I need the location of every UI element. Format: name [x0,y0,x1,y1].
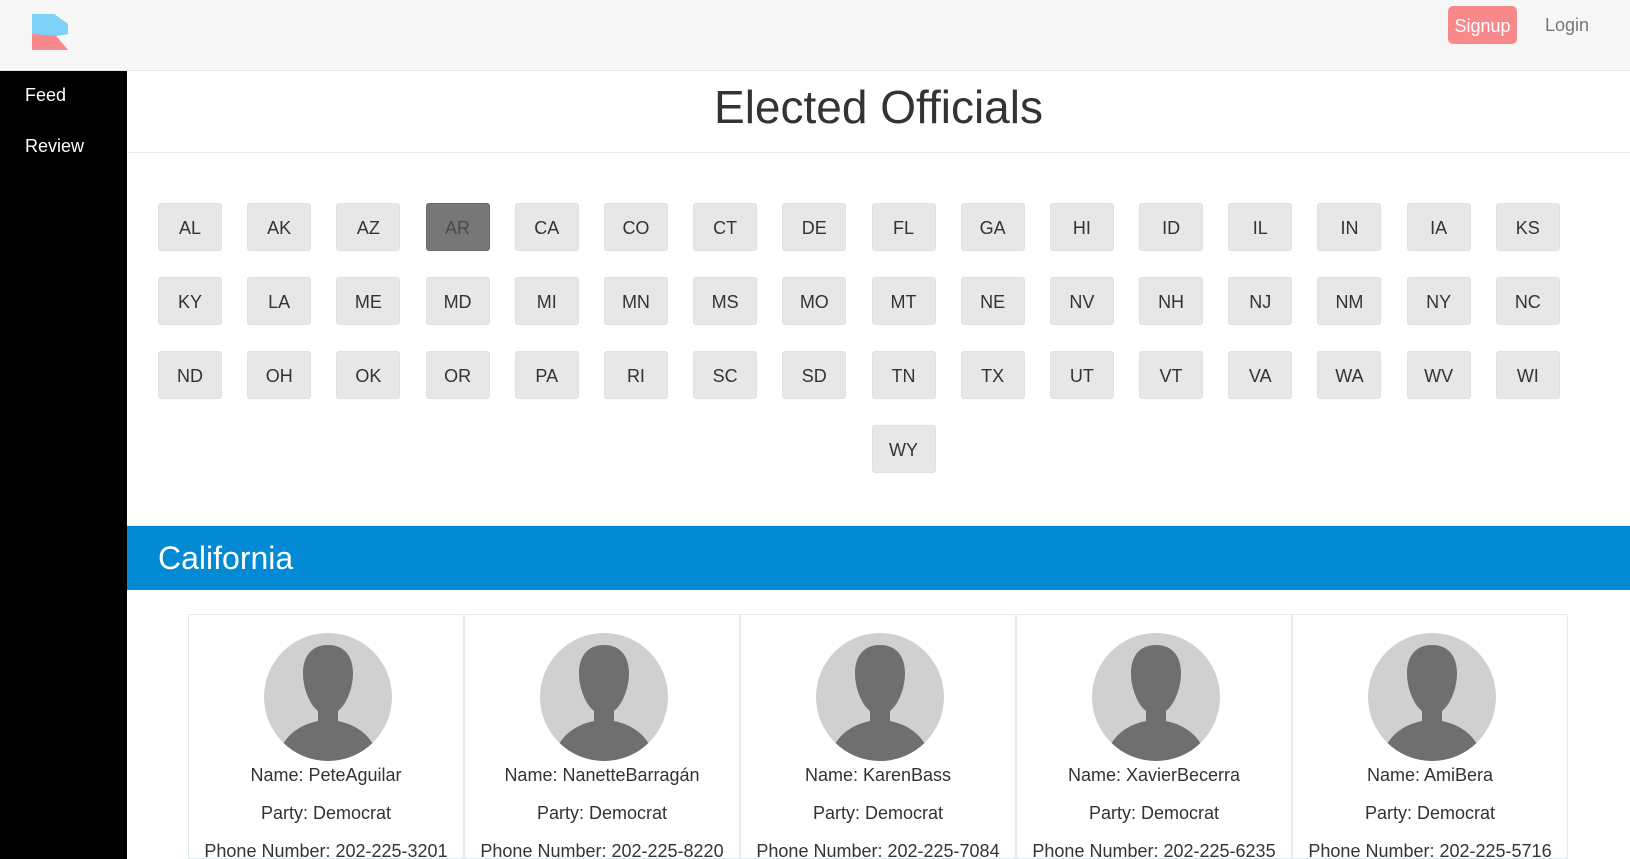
state-button-id[interactable]: ID [1139,203,1204,251]
state-button-tn[interactable]: TN [871,351,936,399]
state-button-nv[interactable]: NV [1049,277,1114,325]
app-logo-icon[interactable] [30,12,70,52]
official-party: Party: Democrat [812,803,944,823]
app-root: Signup Login Feed Review Elected Officia… [0,0,1630,859]
state-button-la[interactable]: LA [247,277,312,325]
official-name: Name: PeteAguilar [250,765,402,785]
official-card: Name: PeteAguilar Party: Democrat Phone Nu… [188,614,464,859]
state-button-ga[interactable]: GA [960,203,1025,251]
state-button-in[interactable]: IN [1317,203,1382,251]
official-name: Name: NanetteBarragán [504,765,700,785]
state-button-ny[interactable]: NY [1406,277,1471,325]
state-button-az[interactable]: AZ [336,203,401,251]
state-button-ct[interactable]: CT [693,203,758,251]
state-button-ri[interactable]: RI [603,351,668,399]
signup-button[interactable]: Signup [1448,6,1517,44]
page-title: Elected Officials [714,81,1043,133]
state-button-grid: AL AK AZ AR CA CO CT DE FL GA HI ID IL IN IA KS KY LA ME MD… [158,203,1561,473]
official-card: Name: KarenBass Party: Democrat Phone Numb… [740,614,1016,859]
officials-card-list: Name: PeteAguilar Party: Democrat Phone Nu… [188,614,1568,859]
state-button-mo[interactable]: MO [782,277,847,325]
state-button-ak[interactable]: AK [247,203,312,251]
state-button-wy[interactable]: WY [871,425,936,473]
person-avatar-icon [1368,633,1496,761]
official-phone: Phone Number: 202-225-7084 [756,841,1000,859]
sidebar-item-feed[interactable]: Feed [25,85,66,106]
official-phone: Phone Number: 202-225-5716 [1308,841,1552,859]
state-button-md[interactable]: MD [425,277,490,325]
official-party: Party: Democrat [1364,803,1496,823]
state-button-tx[interactable]: TX [960,351,1025,399]
state-button-nm[interactable]: NM [1317,277,1382,325]
sidebar: Feed Review [0,71,127,859]
state-button-wv[interactable]: WV [1406,351,1471,399]
official-party: Party: Democrat [1088,803,1220,823]
official-name: Name: KarenBass [804,765,952,785]
state-button-va[interactable]: VA [1228,351,1293,399]
official-party: Party: Democrat [536,803,668,823]
state-button-wi[interactable]: WI [1495,351,1560,399]
state-button-nc[interactable]: NC [1495,277,1560,325]
state-button-or[interactable]: OR [425,351,490,399]
state-button-mt[interactable]: MT [871,277,936,325]
state-button-wa[interactable]: WA [1317,351,1382,399]
state-button-de[interactable]: DE [782,203,847,251]
state-button-ky[interactable]: KY [158,277,222,325]
selected-state-banner: California [127,526,1630,590]
state-button-ms[interactable]: MS [693,277,758,325]
selected-state-title: California [158,540,294,576]
top-navbar: Signup Login [0,0,1630,71]
person-avatar-icon [264,633,392,761]
state-button-me[interactable]: ME [336,277,401,325]
state-button-fl[interactable]: FL [871,203,936,251]
official-name: Name: XavierBecerra [1067,765,1241,785]
state-button-nd[interactable]: ND [158,351,222,399]
state-selector-panel: AL AK AZ AR CA CO CT DE FL GA HI ID IL IN IA KS KY LA ME MD… [127,152,1630,526]
person-avatar-icon [540,633,668,761]
state-button-nh[interactable]: NH [1139,277,1204,325]
login-link[interactable]: Login [1545,6,1589,44]
official-phone: Phone Number: 202-225-3201 [204,841,448,859]
state-button-mn[interactable]: MN [603,277,668,325]
state-button-ut[interactable]: UT [1049,351,1114,399]
state-button-co[interactable]: CO [603,203,668,251]
state-button-pa[interactable]: PA [514,351,579,399]
state-button-ks[interactable]: KS [1495,203,1560,251]
state-button-ca[interactable]: CA [514,203,579,251]
official-phone: Phone Number: 202-225-6235 [1032,841,1276,859]
official-card: Name: NanetteBarragán Party: Democrat Phon… [464,614,740,859]
person-avatar-icon [816,633,944,761]
state-button-mi[interactable]: MI [514,277,579,325]
state-button-vt[interactable]: VT [1139,351,1204,399]
state-button-ar[interactable]: AR [425,203,490,251]
official-card: Name: AmiBera Party: Democrat Phone Number… [1292,614,1568,859]
state-button-ne[interactable]: NE [960,277,1025,325]
state-button-oh[interactable]: OH [247,351,312,399]
official-party: Party: Democrat [260,803,392,823]
official-phone: Phone Number: 202-225-8220 [480,841,724,859]
state-button-il[interactable]: IL [1228,203,1293,251]
state-button-sd[interactable]: SD [782,351,847,399]
person-avatar-icon [1092,633,1220,761]
state-button-ok[interactable]: OK [336,351,401,399]
official-name: Name: AmiBera [1366,765,1494,785]
state-button-nj[interactable]: NJ [1228,277,1293,325]
state-button-al[interactable]: AL [158,203,222,251]
sidebar-item-review[interactable]: Review [25,136,84,157]
state-button-ia[interactable]: IA [1406,203,1471,251]
state-button-hi[interactable]: HI [1049,203,1114,251]
state-button-sc[interactable]: SC [693,351,758,399]
official-card: Name: XavierBecerra Party: Democrat Phone … [1016,614,1292,859]
